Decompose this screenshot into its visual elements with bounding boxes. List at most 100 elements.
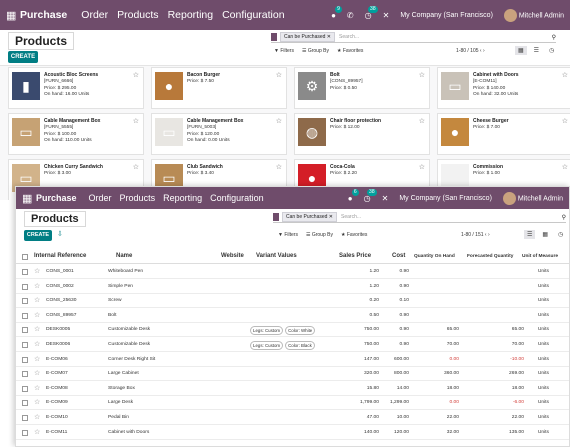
kanban-card[interactable]: ◍ Chair floor protection Price: $ 12.00 ☆ xyxy=(294,113,430,155)
col-sales-price[interactable]: Sales Price xyxy=(339,253,371,259)
apps-menu-icon[interactable]: ▦ xyxy=(6,9,20,22)
row-checkbox[interactable] xyxy=(22,356,28,363)
favorite-star-icon[interactable]: ☆ xyxy=(34,282,40,290)
table-row[interactable]: ☆ CONS_0001 Whiteboard Pen 1.20 0.90 Units xyxy=(16,265,569,279)
favorite-star-icon[interactable]: ☆ xyxy=(34,267,40,275)
col-name[interactable]: Name xyxy=(116,253,132,259)
search-facet[interactable]: Can be Purchased ✕ xyxy=(280,32,336,42)
favorite-star-icon[interactable]: ☆ xyxy=(34,311,40,319)
kanban-view-icon[interactable]: ▦ xyxy=(539,230,551,239)
col-internal-reference[interactable]: Internal Reference xyxy=(34,253,86,259)
list-view-icon[interactable]: ☰ xyxy=(531,46,542,55)
search-facet[interactable]: Can be Purchased ✕ xyxy=(282,212,338,222)
col-forecasted-quantity[interactable]: Forecasted Quantity xyxy=(467,254,513,259)
group-by-button[interactable]: ☰ Group By xyxy=(302,48,329,54)
menu-products[interactable]: Products xyxy=(120,193,156,203)
table-row[interactable]: ☆ DESK0006 Customizable Desk Legs: Custom Co… xyxy=(16,338,569,352)
favorite-star-icon[interactable]: ☆ xyxy=(34,340,40,348)
table-row[interactable]: ☆ E-COM11 Cabinet with Doors 140.00 120.00 32… xyxy=(16,426,569,440)
chat-icon[interactable]: ● 6 xyxy=(348,188,359,203)
col-unit-of-measure[interactable]: Unit of Measure xyxy=(522,254,558,259)
table-row[interactable]: ☆ E-COM10 Pedal Bin 47.00 10.00 22.00 22.00 Uni… xyxy=(16,411,569,425)
search-input[interactable]: Search... xyxy=(339,34,359,40)
table-row[interactable]: ☆ E-COM09 Large Desk 1,799.00 1,299.00 0.00 -6… xyxy=(16,396,569,411)
row-checkbox[interactable] xyxy=(22,415,28,421)
table-row[interactable]: ☆ E-COM06 Corner Desk Right Sit 147.00 600.0… xyxy=(16,353,569,367)
favorite-star-icon[interactable]: ☆ xyxy=(562,117,568,125)
favorite-star-icon[interactable]: ☆ xyxy=(133,117,139,125)
col-quantity-on-hand[interactable]: Quantity On Hand xyxy=(414,254,455,259)
search-bar[interactable]: Can be Purchased ✕ Search... ⚲ xyxy=(271,32,556,43)
user-menu[interactable]: Mitchell Admin xyxy=(502,191,563,205)
chat-icon[interactable]: ● 9 xyxy=(331,5,342,20)
search-icon[interactable]: ⚲ xyxy=(552,34,556,41)
activity-icon[interactable]: ◷ 38 xyxy=(364,188,377,203)
kanban-card[interactable]: ▭ Cable Management Box [FURN_5555] Price: $… xyxy=(8,113,144,155)
kanban-card[interactable]: ● Bacon Burger Price: $ 7.50 ☆ xyxy=(151,67,287,109)
select-all-checkbox[interactable] xyxy=(22,254,28,260)
kanban-card[interactable]: ⚙ Bolt [CONS_89957] Price: $ 0.50 ☆ xyxy=(294,67,430,109)
favorites-button[interactable]: ★ Favorites xyxy=(337,48,363,54)
activity-icon[interactable]: ◷ 38 xyxy=(365,5,378,20)
company-switcher[interactable]: My Company (San Francisco) xyxy=(399,195,492,202)
favorite-star-icon[interactable]: ☆ xyxy=(419,163,425,171)
menu-configuration[interactable]: Configuration xyxy=(222,9,284,21)
search-input[interactable]: Search... xyxy=(341,214,361,220)
favorite-star-icon[interactable]: ☆ xyxy=(34,355,40,363)
row-checkbox[interactable] xyxy=(22,371,28,378)
create-button[interactable]: CREATE xyxy=(24,230,52,241)
favorite-star-icon[interactable]: ☆ xyxy=(276,117,282,125)
activity-view-icon[interactable]: ◷ xyxy=(555,230,566,239)
favorite-star-icon[interactable]: ☆ xyxy=(133,163,139,171)
kanban-view-icon[interactable]: ▦ xyxy=(515,46,527,55)
create-button[interactable]: CREATE xyxy=(8,51,38,63)
kanban-card[interactable]: ▭ Cable Management Box [FURN_5003] Price: $… xyxy=(151,113,287,155)
col-website[interactable]: Website xyxy=(221,253,244,259)
list-view-icon[interactable]: ☰ xyxy=(524,230,536,239)
row-checkbox[interactable] xyxy=(22,385,28,392)
table-row[interactable]: ☆ E-COM08 Storage Box 15.80 14.00 18.00 18.00 U… xyxy=(16,382,569,396)
pager[interactable]: 1-80 / 151 ‹ › xyxy=(461,232,490,238)
download-icon[interactable]: ⇩ xyxy=(57,230,63,238)
row-checkbox[interactable] xyxy=(22,429,28,436)
kanban-card[interactable]: ● Cheese Burger Price: $ 7.00 ☆ xyxy=(437,113,570,155)
favorite-star-icon[interactable]: ☆ xyxy=(34,369,40,377)
favorite-star-icon[interactable]: ☆ xyxy=(34,428,40,436)
filters-button[interactable]: ▼ Filters xyxy=(278,232,298,238)
favorites-button[interactable]: ★ Favorites xyxy=(341,232,367,238)
group-by-button[interactable]: ☰ Group By xyxy=(306,232,333,238)
menu-reporting[interactable]: Reporting xyxy=(163,193,202,203)
favorite-star-icon[interactable]: ☆ xyxy=(34,296,40,304)
favorite-star-icon[interactable]: ☆ xyxy=(34,384,40,392)
table-row[interactable]: ☆ DESK0005 Customizable Desk Legs: Custom Co… xyxy=(16,323,569,338)
close-icon[interactable]: ✕ xyxy=(382,194,389,203)
favorite-star-icon[interactable]: ☆ xyxy=(133,71,139,79)
search-icon[interactable]: ⚲ xyxy=(562,214,566,221)
menu-order[interactable]: Order xyxy=(81,9,108,21)
favorite-star-icon[interactable]: ☆ xyxy=(276,163,282,171)
row-checkbox[interactable] xyxy=(22,283,28,290)
filters-button[interactable]: ▼ Filters xyxy=(274,48,294,54)
favorite-star-icon[interactable]: ☆ xyxy=(34,398,40,406)
menu-configuration[interactable]: Configuration xyxy=(210,193,264,203)
col-cost[interactable]: Cost xyxy=(392,253,405,259)
favorite-star-icon[interactable]: ☆ xyxy=(419,117,425,125)
menu-reporting[interactable]: Reporting xyxy=(168,9,214,21)
user-menu[interactable]: Mitchell Admin xyxy=(503,8,564,22)
app-brand[interactable]: Purchase xyxy=(36,193,77,203)
favorite-star-icon[interactable]: ☆ xyxy=(276,71,282,79)
menu-order[interactable]: Order xyxy=(89,193,112,203)
favorite-star-icon[interactable]: ☆ xyxy=(562,163,568,171)
row-checkbox[interactable] xyxy=(22,327,28,334)
table-row[interactable]: ☆ CONS_0002 Simple Pen 1.20 0.90 Units xyxy=(16,280,569,294)
activity-view-icon[interactable]: ◷ xyxy=(546,46,557,55)
favorite-star-icon[interactable]: ☆ xyxy=(34,325,40,333)
close-icon[interactable]: ✕ xyxy=(383,11,390,20)
favorite-star-icon[interactable]: ☆ xyxy=(34,413,40,421)
row-checkbox[interactable] xyxy=(22,400,28,407)
table-row[interactable]: ☆ CONS_25630 Screw 0.20 0.10 Units xyxy=(16,294,569,309)
row-checkbox[interactable] xyxy=(22,298,28,305)
search-bar[interactable]: Can be Purchased ✕ Search... ⚲ xyxy=(273,212,566,223)
row-checkbox[interactable] xyxy=(22,269,28,275)
phone-icon[interactable]: ✆ xyxy=(347,11,354,20)
